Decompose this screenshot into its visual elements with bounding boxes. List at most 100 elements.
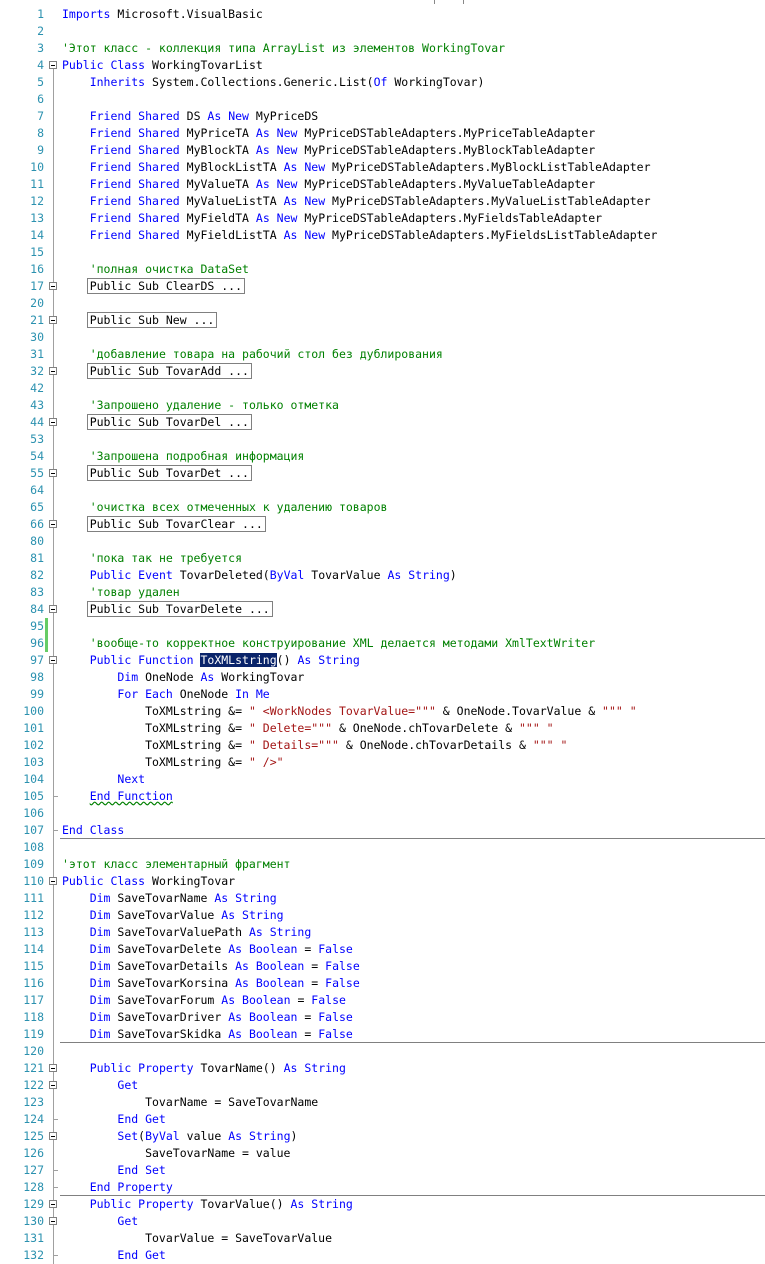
code-line-107[interactable]: 107 End Class [0,822,765,839]
code-text[interactable]: Public Property TovarName() As String [62,1060,346,1077]
code-text[interactable]: Public Class WorkingTovar [62,873,235,890]
code-text[interactable]: Public Sub TovarClear ... [62,516,266,533]
code-text[interactable]: Public Property TovarValue() As String [62,1196,353,1213]
code-text[interactable]: Friend Shared MyValueListTA As New MyPri… [62,193,651,210]
code-line-114[interactable]: 114 Dim SaveTovarDelete As Boolean = Fal… [0,941,765,958]
code-line-105[interactable]: 105 End Function [0,788,765,805]
code-text[interactable]: Inherits System.Collections.Generic.List… [62,74,485,91]
code-line-7[interactable]: 7 Friend Shared DS As New MyPriceDS [0,108,765,125]
code-text[interactable]: Next [62,771,145,788]
code-text[interactable]: Friend Shared MyFieldTA As New MyPriceDS… [62,210,602,227]
code-line-122[interactable]: 122 Get [0,1077,765,1094]
code-text[interactable]: ToXMLstring &= " />" [62,754,283,771]
code-line-104[interactable]: 104 Next [0,771,765,788]
code-line-66[interactable]: 66 Public Sub TovarClear ... [0,516,765,533]
code-line-129[interactable]: 129 Public Property TovarValue() As Stri… [0,1196,765,1213]
code-text[interactable]: Public Sub New ... [62,312,218,329]
code-text[interactable]: Dim SaveTovarForum As Boolean = False [62,992,346,1009]
code-text[interactable]: 'Этот класс - коллекция типа ArrayList и… [62,40,505,57]
collapse-outline-icon[interactable] [49,1132,57,1140]
code-line-126[interactable]: 126 SaveTovarName = value [0,1145,765,1162]
code-line-95[interactable]: 95 [0,618,765,635]
code-line-20[interactable]: 20 [0,295,765,312]
code-line-108[interactable]: 108 [0,839,765,856]
code-line-98[interactable]: 98 Dim OneNode As WorkingTovar [0,669,765,686]
expand-outline-icon[interactable] [49,605,57,613]
code-line-127[interactable]: 127 End Set [0,1162,765,1179]
collapse-outline-icon[interactable] [49,877,57,885]
code-text[interactable]: Friend Shared DS As New MyPriceDS [62,108,319,125]
code-text[interactable]: 'очистка всех отмеченных к удалению това… [62,499,388,516]
code-text[interactable]: For Each OneNode In Me [62,686,269,703]
code-text[interactable]: 'этот класс элементарный фрагмент [62,856,290,873]
code-line-5[interactable]: 5 Inherits System.Collections.Generic.Li… [0,74,765,91]
code-text[interactable]: 'добавление товара на рабочий стол без д… [62,346,443,363]
collapsed-block[interactable]: Public Sub TovarDel ... [86,414,252,430]
code-text[interactable]: Get [62,1213,138,1230]
code-line-31[interactable]: 31 'добавление товара на рабочий стол бе… [0,346,765,363]
code-line-81[interactable]: 81 'пока так не требуется [0,550,765,567]
code-text[interactable]: SaveTovarName = value [62,1145,290,1162]
code-text[interactable]: Dim SaveTovarDelete As Boolean = False [62,941,353,958]
code-text[interactable]: ToXMLstring &= " <WorkNodes TovarValue="… [62,703,637,720]
code-line-99[interactable]: 99 For Each OneNode In Me [0,686,765,703]
code-line-8[interactable]: 8 Friend Shared MyPriceTA As New MyPrice… [0,125,765,142]
code-text[interactable]: Friend Shared MyBlockTA As New MyPriceDS… [62,142,595,159]
code-line-118[interactable]: 118 Dim SaveTovarDriver As Boolean = Fal… [0,1009,765,1026]
code-text[interactable]: Friend Shared MyValueTA As New MyPriceDS… [62,176,595,193]
code-text[interactable]: Set(ByVal value As String) [62,1128,297,1145]
collapse-outline-icon[interactable] [49,656,57,664]
code-line-103[interactable]: 103 ToXMLstring &= " />" [0,754,765,771]
code-line-113[interactable]: 113 Dim SaveTovarValuePath As String [0,924,765,941]
code-line-80[interactable]: 80 [0,533,765,550]
code-line-106[interactable]: 106 [0,805,765,822]
code-text[interactable]: Public Event TovarDeleted(ByVal TovarVal… [62,567,457,584]
code-line-44[interactable]: 44 Public Sub TovarDel ... [0,414,765,431]
collapsed-block[interactable]: Public Sub TovarClear ... [86,516,266,532]
code-text[interactable]: End Get [62,1111,165,1128]
code-line-9[interactable]: 9 Friend Shared MyBlockTA As New MyPrice… [0,142,765,159]
code-text[interactable]: Public Sub TovarDet ... [62,465,252,482]
code-text[interactable]: Dim SaveTovarDetails As Boolean = False [62,958,360,975]
code-text[interactable]: End Property [62,1179,173,1196]
code-line-96[interactable]: 96 'вообще-то корректное конструирование… [0,635,765,652]
code-text[interactable]: Dim SaveTovarKorsina As Boolean = False [62,975,360,992]
code-text[interactable]: Dim SaveTovarSkidka As Boolean = False [62,1026,353,1043]
code-editor[interactable]: 1 Imports Microsoft.VisualBasic 2 3 'Этот кл… [0,0,765,1264]
code-line-109[interactable]: 109 'этот класс элементарный фрагмент [0,856,765,873]
code-line-124[interactable]: 124 End Get [0,1111,765,1128]
collapsed-block[interactable]: Public Sub ClearDS ... [86,278,246,294]
code-line-82[interactable]: 82 Public Event TovarDeleted(ByVal Tovar… [0,567,765,584]
code-line-17[interactable]: 17 Public Sub ClearDS ... [0,278,765,295]
code-line-4[interactable]: 4 Public Class WorkingTovarList [0,57,765,74]
collapse-outline-icon[interactable] [49,1200,57,1208]
code-text[interactable]: Get [62,1077,138,1094]
code-line-11[interactable]: 11 Friend Shared MyValueTA As New MyPric… [0,176,765,193]
code-line-42[interactable]: 42 [0,380,765,397]
code-text[interactable]: 'Запрошена подробная информация [62,448,305,465]
collapsed-block[interactable]: Public Sub New ... [86,312,218,328]
code-line-111[interactable]: 111 Dim SaveTovarName As String [0,890,765,907]
code-line-21[interactable]: 21 Public Sub New ... [0,312,765,329]
code-text[interactable]: Public Sub TovarDel ... [62,414,252,431]
code-line-2[interactable]: 2 [0,23,765,40]
expand-outline-icon[interactable] [49,469,57,477]
code-line-110[interactable]: 110 Public Class WorkingTovar [0,873,765,890]
code-line-130[interactable]: 130 Get [0,1213,765,1230]
code-line-6[interactable]: 6 [0,91,765,108]
expand-outline-icon[interactable] [49,520,57,528]
code-line-131[interactable]: 131 TovarValue = SaveTovarValue [0,1230,765,1247]
code-line-64[interactable]: 64 [0,482,765,499]
expand-outline-icon[interactable] [49,367,57,375]
code-line-12[interactable]: 12 Friend Shared MyValueListTA As New My… [0,193,765,210]
code-line-123[interactable]: 123 TovarName = SaveTovarName [0,1094,765,1111]
code-text[interactable]: ToXMLstring &= " Delete=""" & OneNode.ch… [62,720,554,737]
code-text[interactable]: Dim OneNode As WorkingTovar [62,669,304,686]
code-line-119[interactable]: 119 Dim SaveTovarSkidka As Boolean = Fal… [0,1026,765,1043]
code-text[interactable]: Public Sub TovarDelete ... [62,601,273,618]
code-text[interactable]: 'Запрошено удаление - только отметка [62,397,339,414]
code-text[interactable]: End Set [62,1162,165,1179]
code-line-101[interactable]: 101 ToXMLstring &= " Delete=""" & OneNod… [0,720,765,737]
code-line-13[interactable]: 13 Friend Shared MyFieldTA As New MyPric… [0,210,765,227]
code-line-84[interactable]: 84 Public Sub TovarDelete ... [0,601,765,618]
